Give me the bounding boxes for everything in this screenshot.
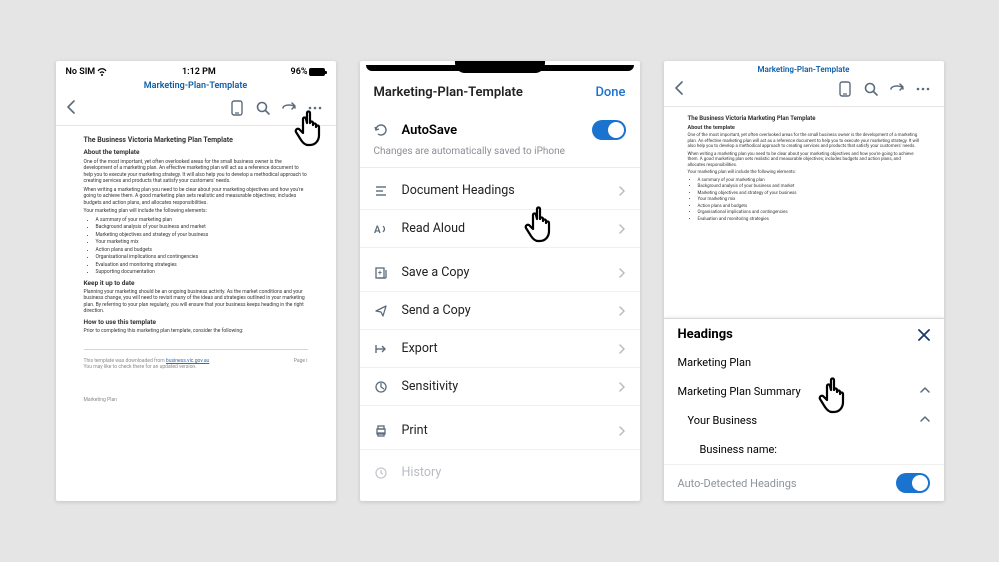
- chevron-right-icon: [618, 301, 626, 320]
- sensitivity-icon: [374, 380, 394, 394]
- done-button[interactable]: Done: [595, 85, 625, 100]
- panel-more-menu: Marketing-Plan-Template Done AutoSave Ch…: [360, 61, 640, 501]
- menu-history[interactable]: History: [360, 456, 640, 489]
- menu-sensitivity[interactable]: Sensitivity: [360, 368, 640, 406]
- heading-item-business-name[interactable]: Business name:: [664, 435, 944, 464]
- heading-item-marketing-plan[interactable]: Marketing Plan: [664, 348, 944, 377]
- autosave-toggle[interactable]: [592, 120, 626, 140]
- doc-footer: Marketing Plan: [84, 397, 308, 404]
- doc-keep-p: Planning your marketing should be an ong…: [84, 289, 308, 315]
- top-toolbar: [56, 91, 336, 126]
- page-number: Page i: [294, 358, 308, 371]
- mobile-view-button[interactable]: [226, 97, 248, 119]
- doc-h1: The Business Victoria Marketing Plan Tem…: [688, 115, 920, 123]
- status-nosim: No SIM: [66, 67, 108, 77]
- menu-print[interactable]: Print: [360, 412, 640, 450]
- more-button[interactable]: [304, 97, 326, 119]
- autosave-label: AutoSave: [402, 123, 592, 138]
- back-button[interactable]: [66, 99, 80, 118]
- chevron-right-icon: [618, 339, 626, 358]
- auto-detected-row[interactable]: Auto-Detected Headings: [664, 464, 944, 501]
- top-toolbar: [664, 74, 944, 107]
- save-copy-icon: [374, 266, 394, 280]
- heading-item-marketing-plan-summary[interactable]: Marketing Plan Summary: [664, 377, 944, 406]
- print-icon: [374, 424, 394, 438]
- document-title: Marketing-Plan-Template: [664, 61, 944, 74]
- doc-about-p2: When writing a marketing plan you need t…: [84, 187, 308, 207]
- panel-headings-view: Marketing-Plan-Template The Business Vic…: [664, 61, 944, 501]
- menu-save-copy[interactable]: Save a Copy: [360, 254, 640, 292]
- search-button[interactable]: [252, 97, 274, 119]
- doc-about-p1: One of the most important, yet often ove…: [84, 159, 308, 185]
- share-button[interactable]: [886, 78, 908, 100]
- more-button[interactable]: [912, 78, 934, 100]
- doc-keep-h: Keep it up to date: [84, 279, 308, 287]
- headings-panel: Headings Marketing Plan Marketing Plan S…: [664, 318, 944, 501]
- history-icon: [374, 466, 394, 480]
- sheet-header: Marketing-Plan-Template Done: [360, 69, 640, 112]
- status-bar: No SIM 1:12 PM 96%: [56, 61, 336, 79]
- chevron-up-icon[interactable]: [920, 385, 930, 398]
- chevron-right-icon: [618, 263, 626, 282]
- chevron-right-icon: [618, 219, 626, 238]
- status-battery: 96%: [291, 67, 326, 77]
- headings-title: Headings: [678, 327, 918, 342]
- document-title: Marketing-Plan-Template: [56, 81, 336, 91]
- chevron-right-icon: [618, 421, 626, 440]
- heading-item-your-business[interactable]: Your Business: [664, 406, 944, 435]
- chevron-up-icon[interactable]: [920, 414, 930, 427]
- search-button[interactable]: [860, 78, 882, 100]
- menu-document-headings[interactable]: Document Headings: [360, 172, 640, 210]
- doc-howto-h: How to use this template: [84, 318, 308, 326]
- read-aloud-icon: [374, 222, 394, 236]
- doc-howto-p: Prior to completing this marketing plan …: [84, 328, 308, 335]
- wifi-icon: [97, 67, 107, 77]
- doc-elements-list: A summary of your marketing plan Backgro…: [96, 217, 308, 276]
- sheet-title: Marketing-Plan-Template: [374, 85, 596, 100]
- menu-read-aloud[interactable]: Read Aloud: [360, 210, 640, 248]
- panel-document-view: No SIM 1:12 PM 96% Marketing-Plan-Templa…: [56, 61, 336, 501]
- chevron-right-icon: [618, 377, 626, 396]
- menu-send-copy[interactable]: Send a Copy: [360, 292, 640, 330]
- doc-h1: The Business Victoria Marketing Plan Tem…: [84, 136, 308, 145]
- doc-elements-intro: Your marketing plan will include the fol…: [84, 208, 308, 215]
- document-headings-icon: [374, 184, 394, 198]
- status-time: 1:12 PM: [182, 67, 216, 77]
- doc-source-link[interactable]: business.vic.gov.au: [166, 358, 209, 364]
- menu-export[interactable]: Export: [360, 330, 640, 368]
- mobile-view-button[interactable]: [834, 78, 856, 100]
- autosave-hint: Changes are automatically saved to iPhon…: [360, 142, 640, 168]
- doc-disclaimer: This template was downloaded from busine…: [84, 349, 308, 379]
- send-copy-icon: [374, 304, 394, 318]
- battery-icon: [309, 68, 325, 76]
- back-button[interactable]: [674, 80, 688, 99]
- close-button[interactable]: [918, 329, 930, 341]
- document-body: The Business Victoria Marketing Plan Tem…: [664, 107, 944, 232]
- auto-detected-toggle[interactable]: [896, 473, 930, 493]
- autosave-row[interactable]: AutoSave: [360, 112, 640, 142]
- doc-about-h: About the template: [84, 148, 308, 156]
- share-button[interactable]: [278, 97, 300, 119]
- document-body: The Business Victoria Marketing Plan Tem…: [56, 126, 336, 411]
- chevron-right-icon: [618, 181, 626, 200]
- autosave-icon: [374, 123, 394, 137]
- export-icon: [374, 342, 394, 356]
